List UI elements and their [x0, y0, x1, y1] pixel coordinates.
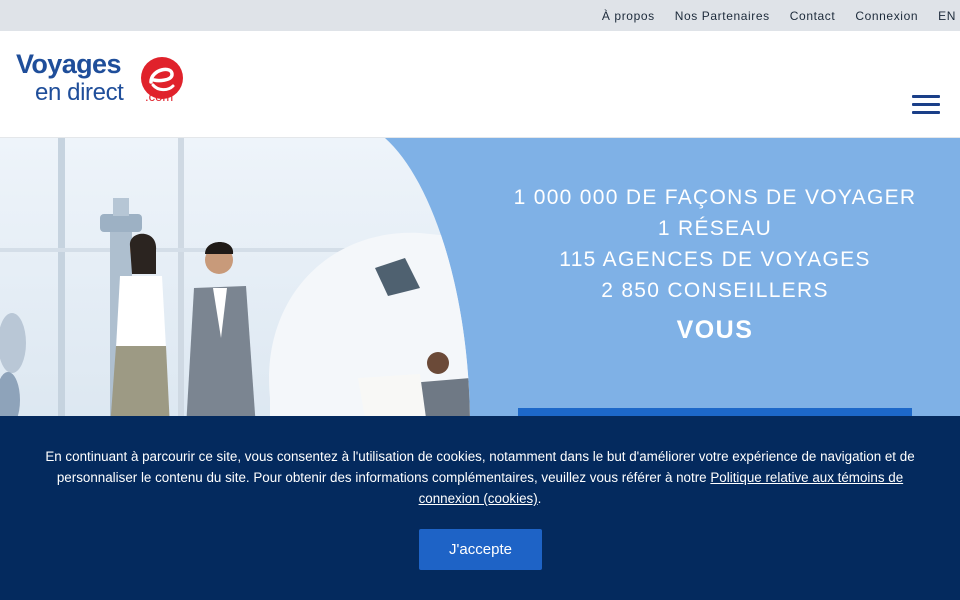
nav-link-partners[interactable]: Nos Partenaires	[675, 9, 770, 23]
hero-photo-airport-travelers	[0, 138, 470, 428]
cookie-message: En continuant à parcourir ce site, vous …	[45, 449, 915, 506]
hero-tagline: 1 000 000 DE FAÇONS DE VOYAGER 1 RÉSEAU …	[470, 182, 960, 346]
language-switch-en[interactable]: EN	[938, 9, 956, 23]
nav-link-contact[interactable]: Contact	[790, 9, 836, 23]
hero-emphasis: VOUS	[676, 316, 754, 344]
logo-text-com: .com	[145, 89, 174, 104]
hero-banner: 1 000 000 DE FAÇONS DE VOYAGER 1 RÉSEAU …	[0, 138, 960, 428]
site-header: Voyages en direct .com	[0, 31, 960, 138]
logo-text-voyages: Voyages	[16, 49, 121, 79]
nav-link-about[interactable]: À propos	[602, 9, 655, 23]
hero-line-4: 2 850 CONSEILLERS	[601, 279, 829, 302]
hero-line-1: 1 000 000 DE FAÇONS DE VOYAGER	[513, 186, 917, 209]
accept-cookies-button[interactable]: J'accepte	[419, 529, 542, 570]
nav-link-login[interactable]: Connexion	[855, 9, 918, 23]
hero-line-3: 115 AGENCES DE VOYAGES	[559, 248, 871, 271]
hero-line-2: 1 RÉSEAU	[657, 217, 773, 240]
top-utility-nav: À propos Nos Partenaires Contact Connexi…	[0, 0, 960, 31]
cookie-consent-banner: En continuant à parcourir ce site, vous …	[0, 416, 960, 600]
site-logo[interactable]: Voyages en direct .com	[16, 49, 186, 111]
hamburger-menu-icon[interactable]	[912, 95, 942, 115]
logo-text-en-direct: en direct	[35, 79, 124, 106]
